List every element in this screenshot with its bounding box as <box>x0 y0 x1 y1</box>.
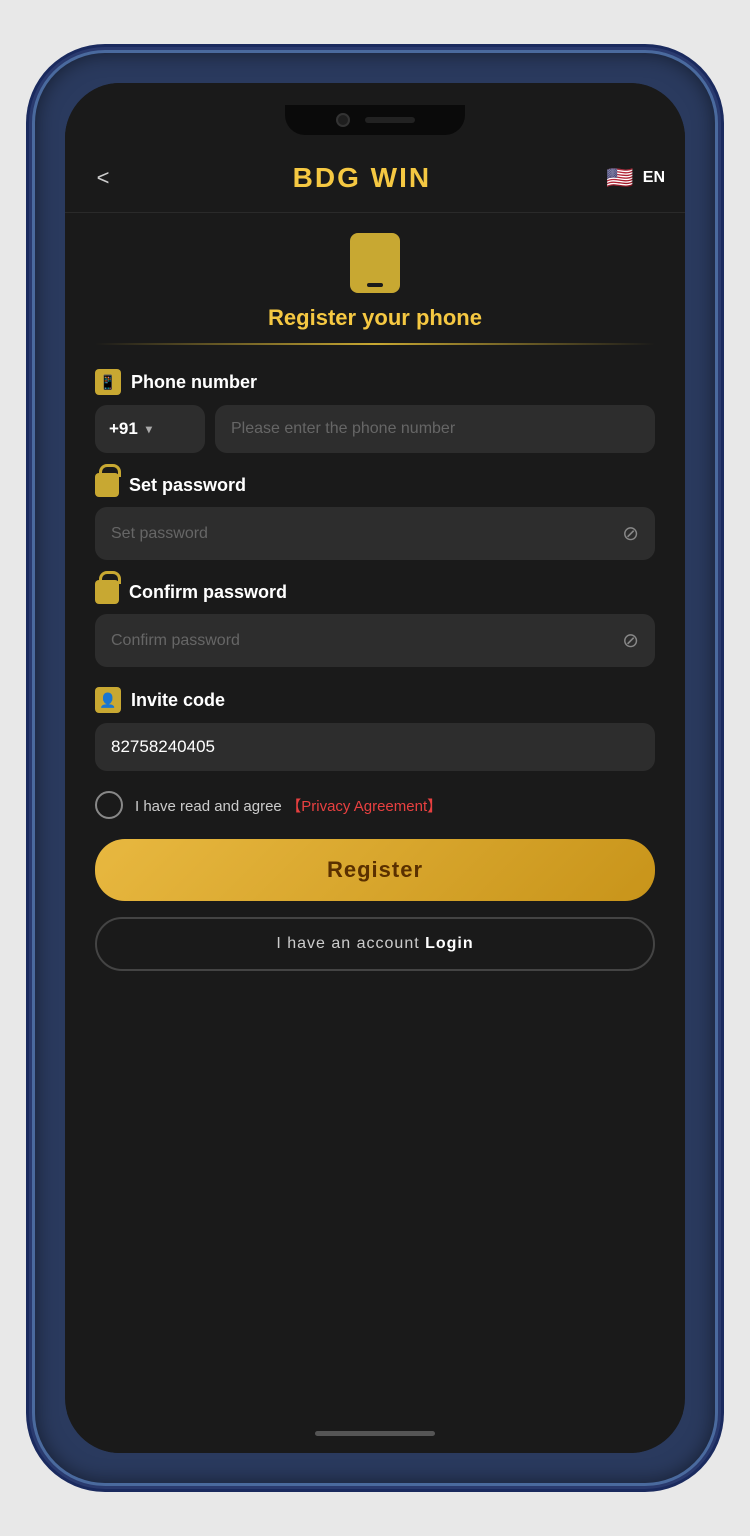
confirm-password-section-title: Confirm password <box>129 582 287 603</box>
register-button[interactable]: Register <box>95 839 655 901</box>
agreement-checkbox[interactable] <box>95 791 123 819</box>
flag-icon: 🇺🇸 <box>603 161 637 195</box>
phone-input-row: +91 ▾ <box>95 405 655 453</box>
chevron-down-icon: ▾ <box>146 422 152 436</box>
header: < BDG WIN 🇺🇸 EN <box>65 143 685 213</box>
password-section: Set password ⊘ <box>95 473 655 560</box>
confirm-password-input-wrapper: ⊘ <box>95 614 655 667</box>
phone-input[interactable] <box>215 405 655 453</box>
back-button[interactable]: < <box>85 165 121 191</box>
page-icon-container <box>95 233 655 293</box>
phone-register-icon <box>350 233 400 293</box>
country-code-value: +91 <box>109 419 138 439</box>
login-button[interactable]: I have an account Login <box>95 917 655 971</box>
phone-section: 📱 Phone number +91 ▾ <box>95 369 655 453</box>
camera <box>336 113 350 127</box>
phone-section-label: 📱 Phone number <box>95 369 655 395</box>
lock-icon <box>95 473 119 497</box>
confirm-password-section-label: Confirm password <box>95 580 655 604</box>
home-bar <box>315 1431 435 1436</box>
login-button-bold: Login <box>425 935 474 952</box>
agreement-row: I have read and agree 【Privacy Agreement… <box>95 791 655 819</box>
confirm-password-section: Confirm password ⊘ <box>95 580 655 667</box>
confirm-password-input[interactable] <box>111 632 622 650</box>
invite-section-title: Invite code <box>131 690 225 711</box>
country-code-button[interactable]: +91 ▾ <box>95 405 205 453</box>
phone-frame: < BDG WIN 🇺🇸 EN Register your phone <box>0 0 750 1536</box>
phone-body: < BDG WIN 🇺🇸 EN Register your phone <box>35 53 715 1483</box>
privacy-agreement-link[interactable]: 【Privacy Agreement】 <box>286 798 442 815</box>
notch-area <box>65 83 685 143</box>
login-button-text: I have an account <box>276 935 419 952</box>
language-label: EN <box>643 169 665 187</box>
speaker <box>365 117 415 123</box>
password-section-title: Set password <box>129 475 246 496</box>
phone-section-title: Phone number <box>131 372 257 393</box>
notch <box>285 105 465 135</box>
agreement-text-container: I have read and agree 【Privacy Agreement… <box>135 795 442 816</box>
password-input[interactable] <box>111 525 622 543</box>
title-divider <box>95 343 655 345</box>
confirm-lock-icon <box>95 580 119 604</box>
password-section-label: Set password <box>95 473 655 497</box>
content-area: Register your phone 📱 Phone number +91 ▾ <box>65 213 685 1413</box>
agreement-text: I have read and agree <box>135 798 282 815</box>
language-button[interactable]: 🇺🇸 EN <box>603 161 665 195</box>
home-indicator <box>65 1413 685 1453</box>
invite-section: 👤 Invite code <box>95 687 655 771</box>
screen: < BDG WIN 🇺🇸 EN Register your phone <box>65 83 685 1453</box>
eye-icon[interactable]: ⊘ <box>622 521 639 546</box>
phone-icon-small: 📱 <box>95 369 121 395</box>
page-title: Register your phone <box>95 305 655 331</box>
invite-icon: 👤 <box>95 687 121 713</box>
confirm-eye-icon[interactable]: ⊘ <box>622 628 639 653</box>
invite-code-input[interactable] <box>95 723 655 771</box>
password-input-wrapper: ⊘ <box>95 507 655 560</box>
invite-section-label: 👤 Invite code <box>95 687 655 713</box>
app-title: BDG WIN <box>121 162 603 194</box>
